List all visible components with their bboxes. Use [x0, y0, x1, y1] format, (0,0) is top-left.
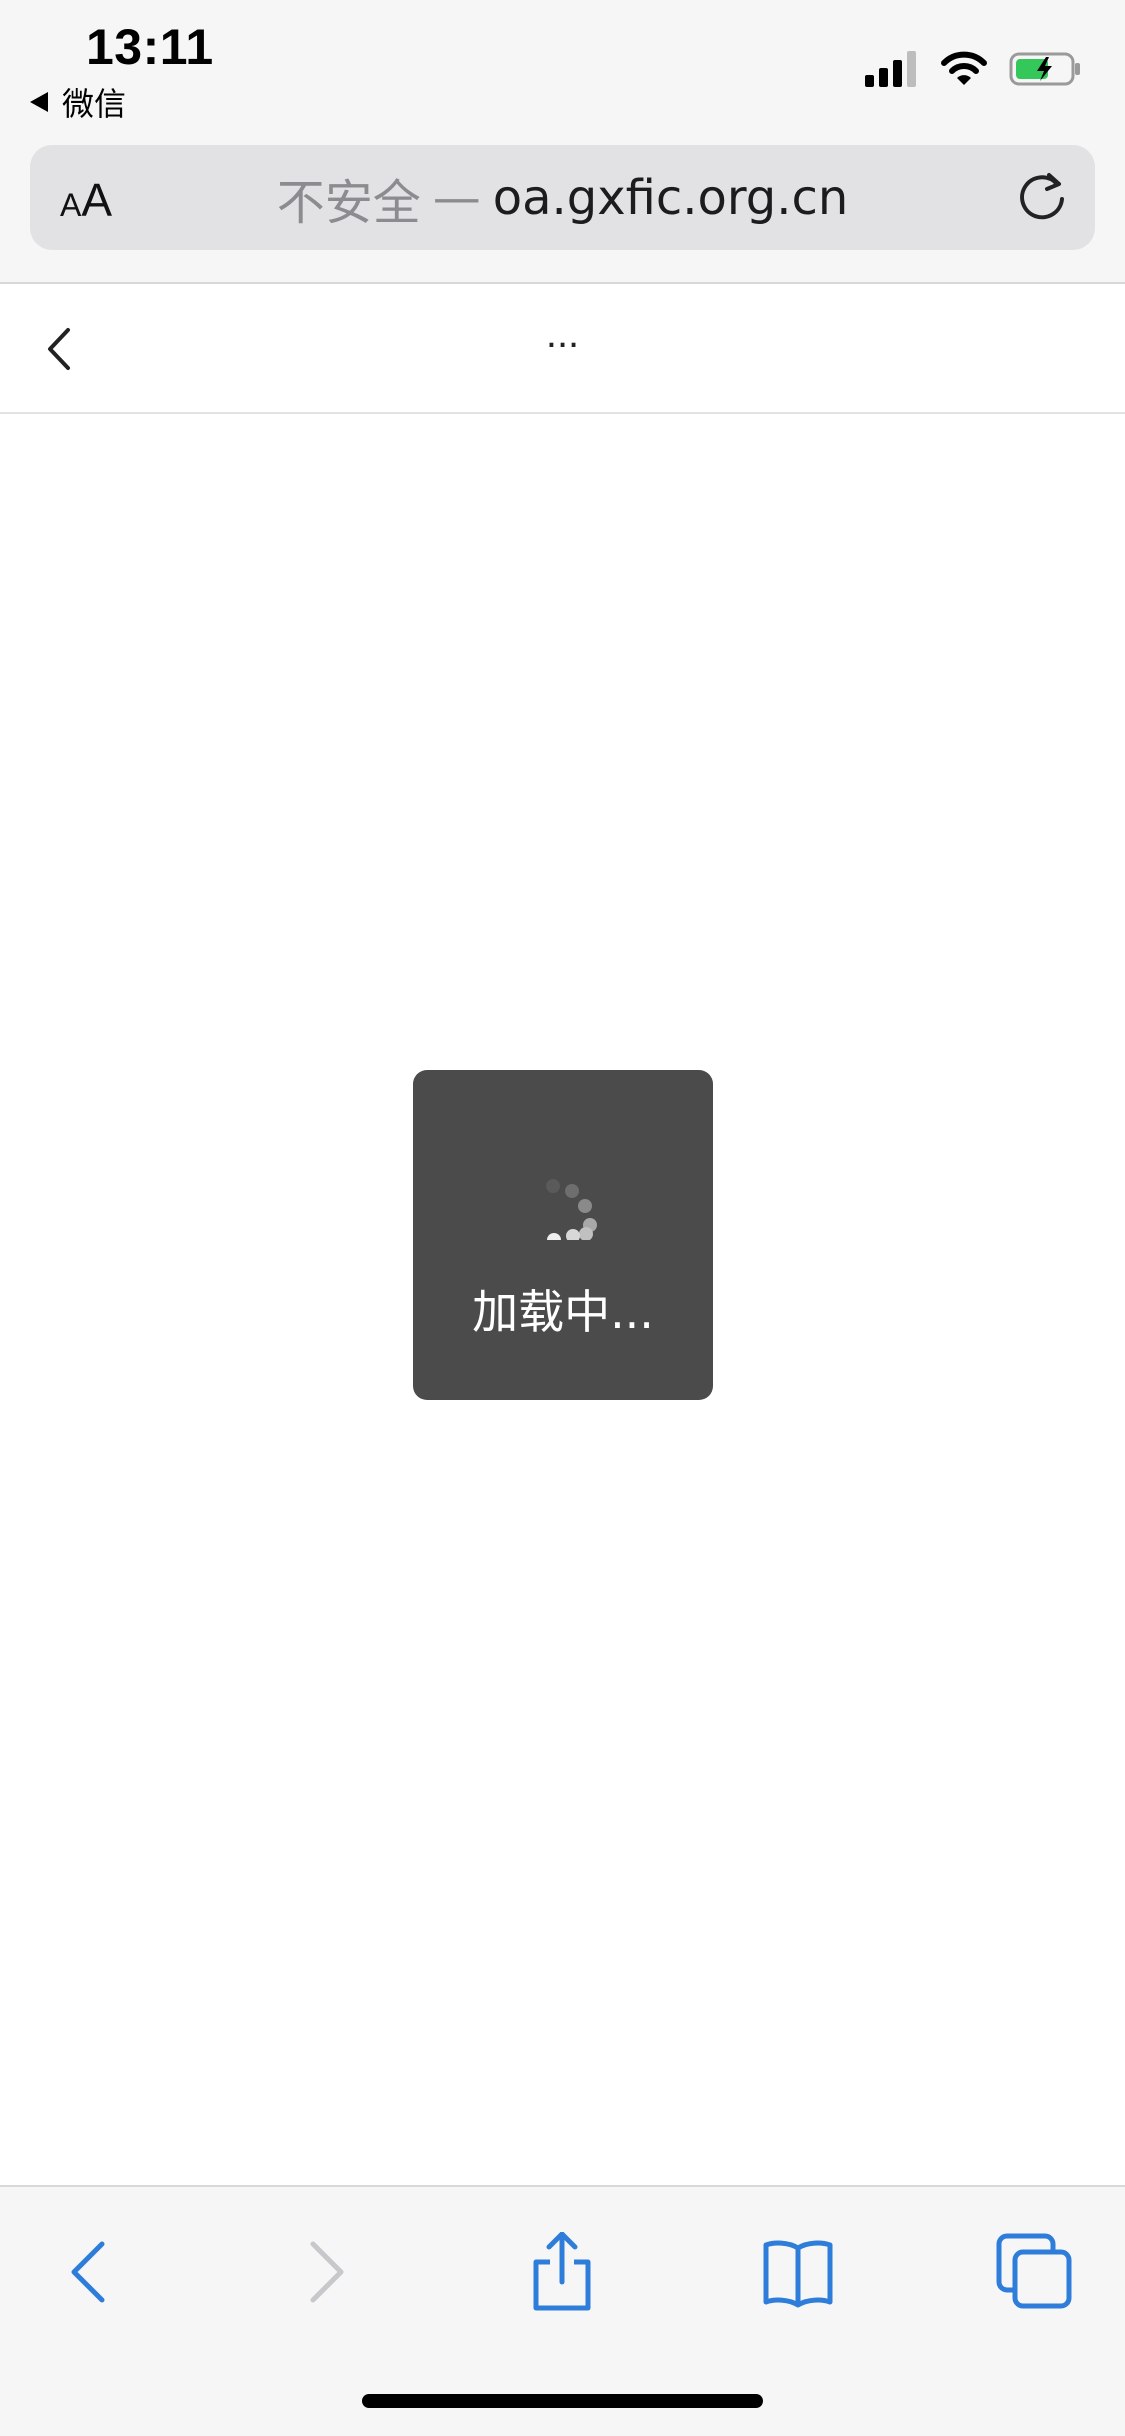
share-icon[interactable]	[522, 2232, 602, 2312]
back-app-label: 微信	[62, 85, 127, 123]
status-icons	[865, 48, 1083, 90]
back-to-app-button[interactable]: 微信	[30, 82, 127, 123]
safari-screen: 13:11 微信 A A 不安全 — oa.gxfic.org.cn ... 加…	[0, 0, 1125, 2436]
address-bar[interactable]: A A 不安全 — oa.gxfic.org.cn	[30, 145, 1095, 250]
battery-charging-icon	[1009, 52, 1080, 86]
tabs-icon[interactable]	[995, 2232, 1075, 2312]
page-header: ...	[0, 284, 1125, 414]
cellular-signal-icon	[865, 51, 916, 87]
reload-icon[interactable]	[1013, 167, 1073, 227]
status-time: 13:11	[86, 19, 214, 75]
loading-text: 加载中...	[472, 1285, 654, 1339]
back-triangle-icon	[30, 92, 48, 112]
forward-icon[interactable]	[285, 2232, 365, 2312]
wifi-icon	[941, 51, 987, 85]
home-indicator	[362, 2394, 763, 2408]
loading-spinner-icon	[546, 1179, 597, 1240]
url-separator: —	[432, 169, 481, 226]
page-title: ...	[545, 312, 580, 356]
insecure-label: 不安全	[276, 174, 421, 231]
url-field[interactable]: 不安全 — oa.gxfic.org.cn	[30, 145, 1095, 250]
url-host: oa.gxfic.org.cn	[492, 169, 849, 226]
top-chrome: 13:11 微信 A A 不安全 — oa.gxfic.org.cn	[0, 0, 1125, 284]
bookmarks-icon[interactable]	[758, 2232, 838, 2312]
back-icon[interactable]	[50, 2232, 130, 2312]
loading-toast: 加载中...	[413, 1070, 713, 1400]
